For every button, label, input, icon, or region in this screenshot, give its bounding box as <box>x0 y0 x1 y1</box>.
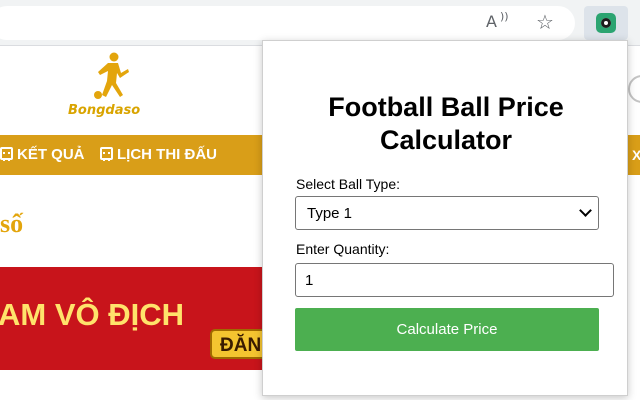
extension-button[interactable] <box>584 6 628 40</box>
calendar-icon <box>0 147 13 161</box>
extension-icon <box>596 13 616 33</box>
quantity-input[interactable] <box>295 263 614 297</box>
favorite-star-icon[interactable]: ☆ <box>533 10 557 34</box>
nav-item-label: KẾT QUẢ <box>17 146 85 163</box>
extension-popup: Football Ball Price Calculator Select Ba… <box>262 40 628 396</box>
chevron-down-icon <box>579 204 592 217</box>
floating-circle-button[interactable] <box>628 75 640 103</box>
nav-item-ket-qua[interactable]: KẾT QUẢ <box>0 135 85 175</box>
read-aloud-icon[interactable]: A)) <box>486 10 510 34</box>
logo-text: Bongdaso <box>68 103 141 118</box>
quantity-label: Enter Quantity: <box>296 241 390 257</box>
ball-type-select[interactable]: Type 1 <box>295 196 599 230</box>
nav-item-partial[interactable]: X <box>632 135 640 175</box>
ball-type-label: Select Ball Type: <box>296 176 401 192</box>
site-logo[interactable]: Bongdaso <box>68 49 148 125</box>
banner-cta-label: ĐĂN <box>220 335 262 356</box>
promo-banner[interactable]: AM VÔ ĐỊCH ĐĂN <box>0 267 270 370</box>
page-heading: số <box>0 209 24 238</box>
calendar-icon <box>100 147 113 161</box>
nav-item-lich-thi-dau[interactable]: LỊCH THI ĐẤU <box>100 135 217 175</box>
calculate-price-button[interactable]: Calculate Price <box>295 308 599 351</box>
ball-type-value: Type 1 <box>307 205 353 222</box>
popup-title: Football Ball Price Calculator <box>328 92 564 155</box>
banner-cta-button[interactable]: ĐĂN <box>210 329 270 359</box>
browser-window: A)) ☆ Bongdaso KẾT QUẢ LỊCH THI ĐẤU X số <box>0 0 640 400</box>
banner-text: AM VÔ ĐỊCH <box>0 297 184 332</box>
nav-item-label: LỊCH THI ĐẤU <box>117 146 217 163</box>
football-player-icon <box>94 52 129 99</box>
